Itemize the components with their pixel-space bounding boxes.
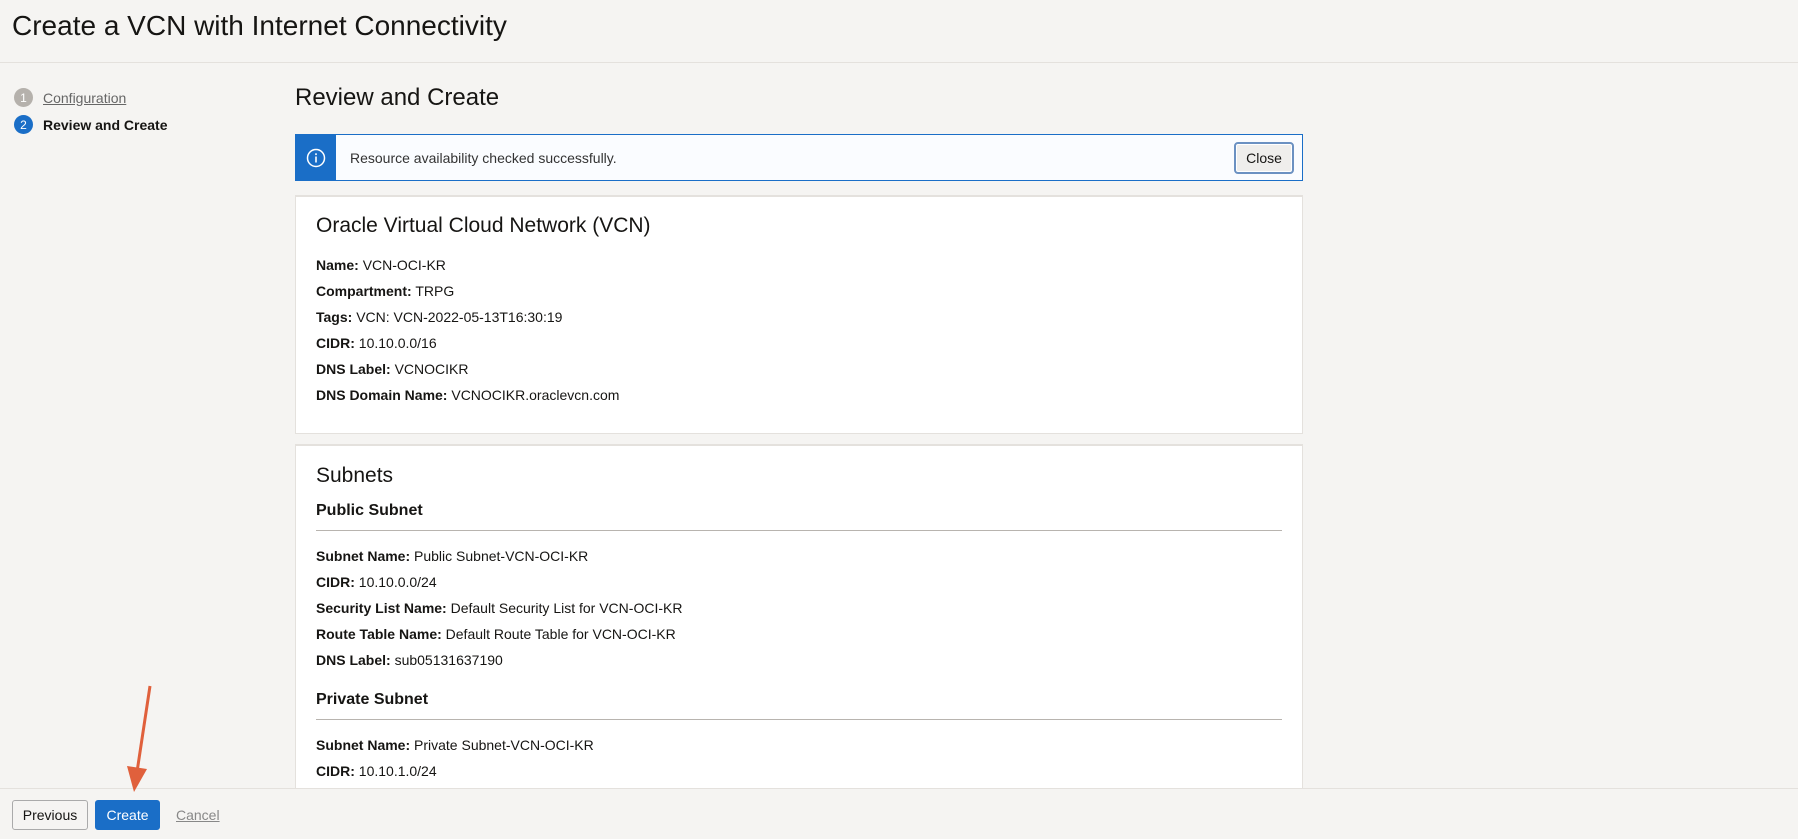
previous-button[interactable]: Previous [12, 800, 88, 830]
create-button[interactable]: Create [95, 800, 160, 830]
step-review-label: Review and Create [43, 116, 168, 133]
vcn-field-compartment: Compartment: TRPG [316, 283, 455, 299]
vcn-summary-card: Oracle Virtual Cloud Network (VCN) Name:… [295, 195, 1303, 434]
page-header: Create a VCN with Internet Connectivity [0, 0, 1798, 63]
wizard-steps: 1 Configuration 2 Review and Create [14, 84, 168, 138]
private-subnet-field-name: Subnet Name: Private Subnet-VCN-OCI-KR [316, 737, 594, 753]
public-subnet-field-dns-label: DNS Label: sub05131637190 [316, 652, 503, 668]
vcn-field-cidr: CIDR: 10.10.0.0/16 [316, 335, 437, 351]
step-configuration-link[interactable]: Configuration [43, 90, 126, 106]
step-number: 2 [14, 115, 33, 134]
vcn-field-tags: Tags: VCN: VCN-2022-05-13T16:30:19 [316, 309, 563, 325]
annotation-arrow-icon [127, 685, 152, 792]
public-subnet-field-route-table: Route Table Name: Default Route Table fo… [316, 626, 676, 642]
subnets-card: Subnets Public Subnet Subnet Name: Publi… [295, 444, 1303, 794]
step-review-and-create: 2 Review and Create [14, 111, 168, 138]
subnets-card-title: Subnets [316, 464, 394, 487]
public-subnet-field-cidr: CIDR: 10.10.0.0/24 [316, 574, 437, 590]
page-title: Create a VCN with Internet Connectivity [12, 10, 507, 41]
divider [316, 530, 1282, 531]
cancel-link[interactable]: Cancel [176, 807, 220, 823]
public-subnet-field-name: Subnet Name: Public Subnet-VCN-OCI-KR [316, 548, 589, 564]
private-subnet-field-cidr: CIDR: 10.10.1.0/24 [316, 763, 437, 779]
footer-actions: Previous Create Cancel [0, 788, 1798, 839]
vcn-field-dns-label: DNS Label: VCNOCIKR [316, 361, 469, 377]
private-subnet-title: Private Subnet [316, 691, 429, 708]
vcn-field-dns-domain: DNS Domain Name: VCNOCIKR.oraclevcn.com [316, 387, 620, 403]
divider [316, 719, 1282, 720]
main-content: Review and Create Resource availability … [295, 84, 1305, 794]
step-configuration[interactable]: 1 Configuration [14, 84, 168, 111]
close-alert-button[interactable]: Close [1234, 141, 1294, 174]
alert-message: Resource availability checked successful… [350, 149, 617, 166]
vcn-card-title: Oracle Virtual Cloud Network (VCN) [316, 214, 651, 237]
step-number: 1 [14, 88, 33, 107]
vcn-field-name: Name: VCN-OCI-KR [316, 257, 446, 273]
page: Create a VCN with Internet Connectivity … [0, 0, 1798, 839]
section-title: Review and Create [295, 84, 500, 111]
public-subnet-field-security-list: Security List Name: Default Security Lis… [316, 600, 683, 616]
info-alert: Resource availability checked successful… [295, 134, 1303, 181]
info-icon [295, 134, 336, 181]
public-subnet-title: Public Subnet [316, 502, 423, 519]
